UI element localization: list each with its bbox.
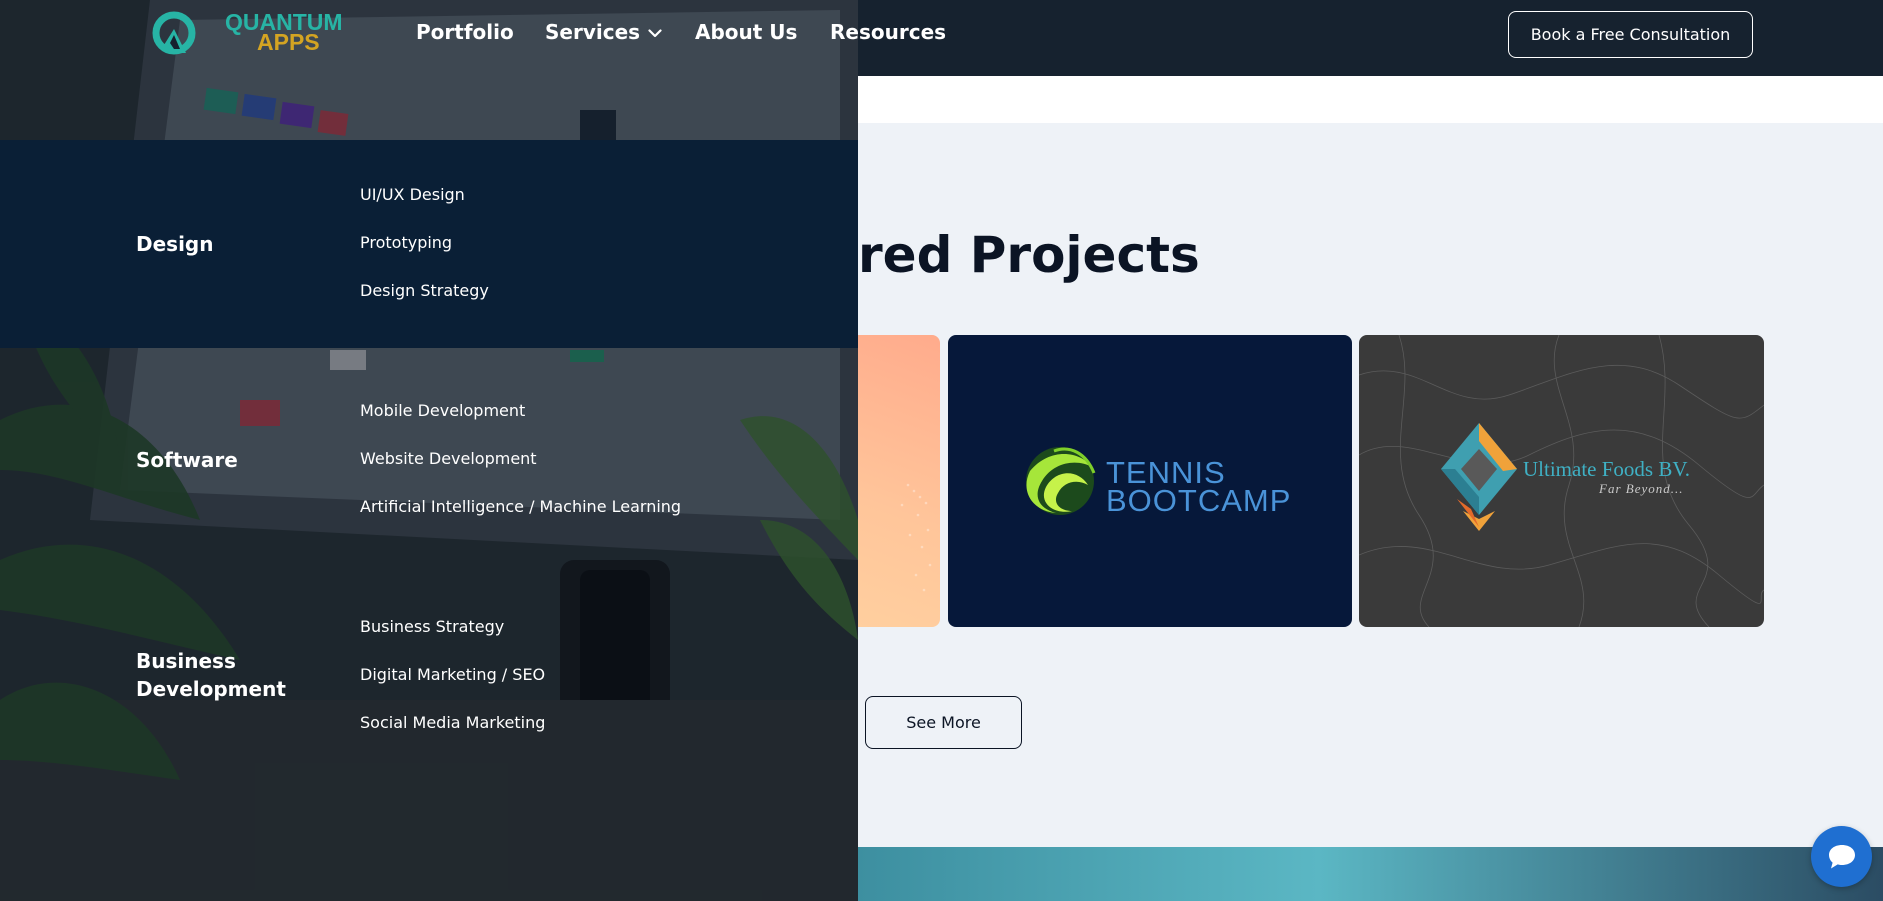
menu-item-design-strategy[interactable]: Design Strategy	[360, 281, 489, 300]
logo-line-apps: APPS	[257, 29, 320, 55]
project-card-ultimate-foods[interactable]: Ultimate Foods BV. Far Beyond...	[1359, 335, 1764, 627]
menu-item-ai-ml[interactable]: Artificial Intelligence / Machine Learni…	[360, 497, 681, 516]
tennis-bootcamp-wordmark: TENNIS BOOTCAMP	[1106, 457, 1292, 518]
menu-item-prototyping[interactable]: Prototyping	[360, 233, 452, 252]
menu-item-ui-ux-design[interactable]: UI/UX Design	[360, 185, 465, 204]
ultimate-foods-tagline: Far Beyond...	[1599, 481, 1684, 496]
menu-item-website-development[interactable]: Website Development	[360, 449, 537, 468]
nav-portfolio[interactable]: Portfolio	[416, 20, 514, 44]
project-card-peach[interactable]	[858, 335, 940, 627]
logo-wordmark[interactable]: QUANTUM APPS	[225, 11, 343, 55]
menu-item-social-media-marketing[interactable]: Social Media Marketing	[360, 713, 545, 732]
ultimate-foods-wordmark: Ultimate Foods BV.	[1523, 457, 1691, 481]
menu-item-digital-marketing-seo[interactable]: Digital Marketing / SEO	[360, 665, 545, 684]
chat-bubble-icon	[1828, 844, 1855, 868]
book-consultation-button[interactable]: Book a Free Consultation	[1508, 11, 1753, 58]
footer-teal-band	[858, 847, 1883, 901]
menu-item-business-strategy[interactable]: Business Strategy	[360, 617, 504, 636]
menu-item-mobile-development[interactable]: Mobile Development	[360, 401, 525, 420]
chat-button[interactable]	[1811, 826, 1872, 887]
nav-about-us[interactable]: About Us	[695, 20, 797, 44]
quantum-logo-icon[interactable]	[150, 11, 202, 59]
nav-services[interactable]: Services	[545, 20, 662, 44]
chevron-down-icon	[648, 29, 662, 38]
services-mega-menu-overlay: Design UI/UX Design Prototyping Design S…	[0, 0, 858, 901]
category-software: Software	[136, 448, 238, 472]
see-more-button[interactable]: See More	[865, 696, 1022, 749]
nav-services-label: Services	[545, 20, 641, 44]
category-design: Design	[136, 232, 214, 256]
nav-resources[interactable]: Resources	[830, 20, 946, 44]
project-card-tennis-bootcamp[interactable]: TENNIS BOOTCAMP	[948, 335, 1352, 627]
site-header: QUANTUM APPS Portfolio Services About Us…	[0, 0, 1883, 70]
section-title: red Projects	[858, 226, 1200, 284]
bootcamp-word: BOOTCAMP	[1106, 483, 1292, 518]
white-band	[858, 76, 1883, 123]
dot-pattern-decoration	[900, 483, 932, 592]
category-business-development: Business Development	[136, 649, 286, 701]
